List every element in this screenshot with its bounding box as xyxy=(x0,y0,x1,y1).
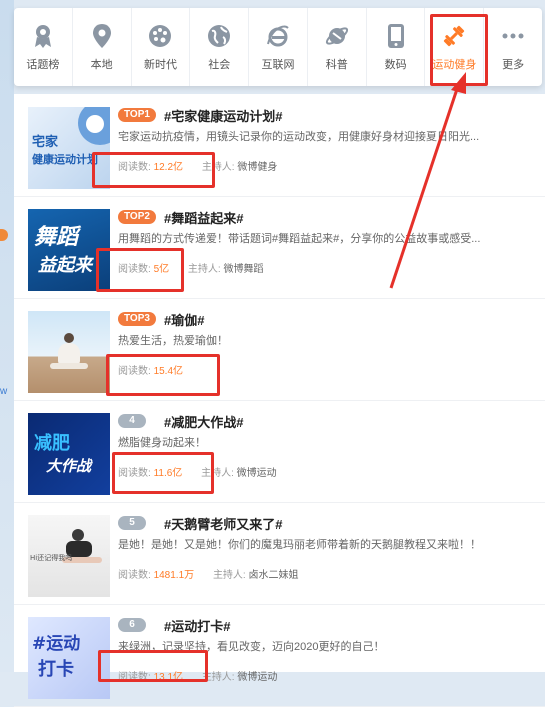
left-background-strip xyxy=(0,0,14,672)
more-dots-icon xyxy=(499,22,527,50)
nav-label: 本地 xyxy=(90,59,113,71)
topic-row[interactable]: 减肥 大作战 4 #减肥大作战# 燃脂健身动起来！ 阅读数: 11.6亿 主持人… xyxy=(14,400,545,503)
topic-description: 来绿洲，记录坚持，看见改变，迈向2020更好的自己！ xyxy=(118,641,385,653)
nav-label: 运动健身 xyxy=(432,59,477,71)
topic-title[interactable]: #运动打卡# xyxy=(164,616,230,635)
rank-badge: 6 xyxy=(118,618,146,632)
nav-label: 互联网 xyxy=(261,59,295,71)
topic-description: 宅家运动抗疫情，用镜头记录你的运动改变，用健康好身材迎接夏日阳光... xyxy=(118,131,480,143)
nav-item-topic-rank[interactable]: 话题榜 xyxy=(14,8,73,86)
topic-meta: 阅读数: 11.6亿 主持人: 微博运动 xyxy=(118,468,277,479)
topic-meta: 阅读数: 5亿 主持人: 微博舞蹈 xyxy=(118,264,264,275)
nav-item-sports-fitness[interactable]: 运动健身 xyxy=(425,8,485,86)
topic-thumbnail[interactable] xyxy=(28,311,110,393)
location-pin-icon xyxy=(88,22,116,50)
topic-thumbnail[interactable]: 减肥 大作战 xyxy=(28,413,110,495)
topic-title[interactable]: #宅家健康运动计划# xyxy=(164,106,282,125)
topic-description: 燃脂健身动起来！ xyxy=(118,437,206,449)
topic-list: 宅家 健康运动计划 TOP1 #宅家健康运动计划# 宅家运动抗疫情，用镜头记录你… xyxy=(14,94,545,707)
topic-thumbnail[interactable]: Hi还记得我吗 xyxy=(28,515,110,597)
nav-item-more[interactable]: 更多 xyxy=(484,8,542,86)
topic-thumbnail[interactable]: 舞蹈 益起来 xyxy=(28,209,110,291)
palette-icon xyxy=(146,22,174,50)
topic-description: 热爱生活，热爱瑜伽！ xyxy=(118,335,228,347)
nav-label: 话题榜 xyxy=(26,59,60,71)
rank-badge: 4 xyxy=(118,414,146,428)
host-name[interactable]: 微博健身 xyxy=(237,162,277,173)
globe-icon xyxy=(205,22,233,50)
read-count: 11.6亿 xyxy=(153,468,183,479)
read-count: 1481.1万 xyxy=(153,570,195,581)
topic-meta: 阅读数: 13.1亿 主持人: 微博运动 xyxy=(118,672,278,683)
topic-meta: 阅读数: 1481.1万 主持人: 卤水二妹姐 xyxy=(118,570,299,581)
nav-label: 科普 xyxy=(325,59,348,71)
left-edge-text: w xyxy=(0,386,8,397)
nav-item-new-era[interactable]: 新时代 xyxy=(132,8,191,86)
dumbbell-icon xyxy=(440,22,468,50)
topic-row[interactable]: Hi还记得我吗 5 #天鹅臂老师又来了# 是她！是她！又是她！你们的魔鬼玛丽老师… xyxy=(14,502,545,605)
topic-row[interactable]: 宅家 健康运动计划 TOP1 #宅家健康运动计划# 宅家运动抗疫情，用镜头记录你… xyxy=(14,94,545,197)
rank-badge: TOP2 xyxy=(118,210,156,224)
rank-badge: TOP3 xyxy=(118,312,156,326)
internet-explorer-icon xyxy=(264,22,292,50)
nav-item-society[interactable]: 社会 xyxy=(190,8,250,86)
category-nav: 话题榜 本地 新时代 社会 互联网 科普 数码 运动健身 更多 xyxy=(14,8,542,86)
award-icon xyxy=(29,22,57,50)
nav-item-digital[interactable]: 数码 xyxy=(367,8,426,86)
topic-description: 是她！是她！又是她！你们的魔鬼玛丽老师带着新的天鹅腿教程又来啦！！ xyxy=(118,539,481,551)
read-count: 5亿 xyxy=(153,264,170,275)
planet-icon xyxy=(323,22,351,50)
topic-meta: 阅读数: 15.4亿 xyxy=(118,366,184,377)
nav-label: 社会 xyxy=(208,59,231,71)
topic-thumbnail[interactable]: #运动 打卡 xyxy=(28,617,110,699)
host-name[interactable]: 卤水二妹姐 xyxy=(249,570,299,581)
rank-badge: 5 xyxy=(118,516,146,530)
topic-thumbnail[interactable]: 宅家 健康运动计划 xyxy=(28,107,110,189)
topic-row[interactable]: TOP3 #瑜伽# 热爱生活，热爱瑜伽！ 阅读数: 15.4亿 xyxy=(14,298,545,401)
topic-row[interactable]: 舞蹈 益起来 TOP2 #舞蹈益起来# 用舞蹈的方式传递爱！带话题词#舞蹈益起来… xyxy=(14,196,545,299)
nav-label: 新时代 xyxy=(143,59,177,71)
topic-description: 用舞蹈的方式传递爱！带话题词#舞蹈益起来#，分享你的公益故事或感受... xyxy=(118,233,481,245)
nav-item-internet[interactable]: 互联网 xyxy=(249,8,308,86)
host-name[interactable]: 微博运动 xyxy=(237,468,277,479)
topic-meta: 阅读数: 12.2亿 主持人: 微博健身 xyxy=(118,162,278,173)
host-name[interactable]: 微博舞蹈 xyxy=(223,264,263,275)
topic-title[interactable]: #瑜伽# xyxy=(164,310,204,329)
nav-item-local[interactable]: 本地 xyxy=(73,8,132,86)
nav-label: 更多 xyxy=(502,59,525,71)
nav-item-science[interactable]: 科普 xyxy=(308,8,367,86)
mobile-phone-icon xyxy=(382,22,410,50)
host-name[interactable]: 微博运动 xyxy=(237,672,277,683)
rank-badge: TOP1 xyxy=(118,108,156,122)
topic-title[interactable]: #天鹅臂老师又来了# xyxy=(164,514,282,533)
topic-title[interactable]: #舞蹈益起来# xyxy=(164,208,243,227)
read-count: 13.1亿 xyxy=(153,672,184,683)
topic-title[interactable]: #减肥大作战# xyxy=(164,412,243,431)
topic-row[interactable]: #运动 打卡 6 #运动打卡# 来绿洲，记录坚持，看见改变，迈向2020更好的自… xyxy=(14,604,545,707)
nav-label: 数码 xyxy=(384,59,407,71)
read-count: 15.4亿 xyxy=(153,366,184,377)
read-count: 12.2亿 xyxy=(153,162,184,173)
